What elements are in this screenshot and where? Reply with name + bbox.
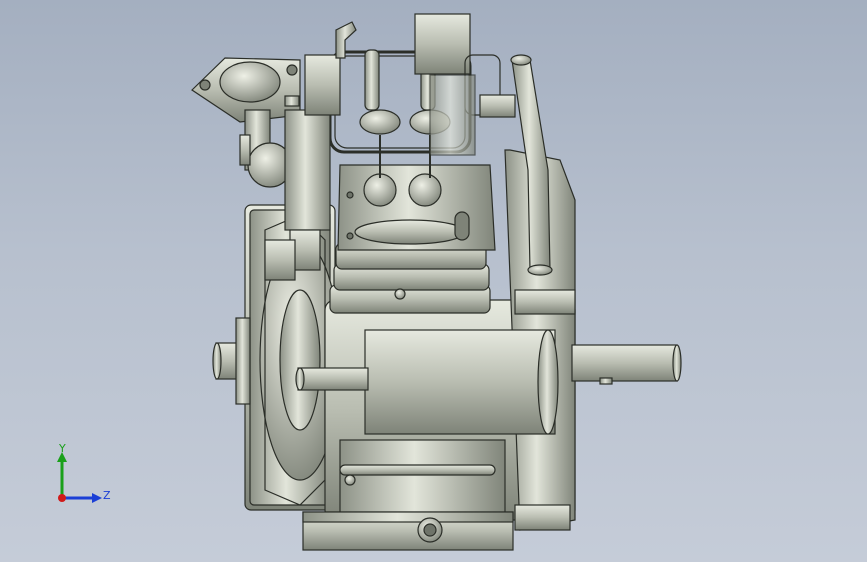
carburetor	[191, 57, 301, 188]
graphics-viewport[interactable]: Y Z	[0, 0, 867, 562]
view-orientation-triad: Y Z	[50, 440, 120, 510]
triad-y-label: Y	[59, 442, 66, 455]
left-shaft	[212, 317, 251, 405]
right-shaft	[571, 344, 682, 385]
engine-model[interactable]	[0, 0, 867, 562]
base-plate	[302, 504, 571, 551]
cylinder-head	[337, 164, 496, 251]
blower-shroud	[414, 13, 516, 156]
triad-z-label: Z	[103, 489, 111, 502]
